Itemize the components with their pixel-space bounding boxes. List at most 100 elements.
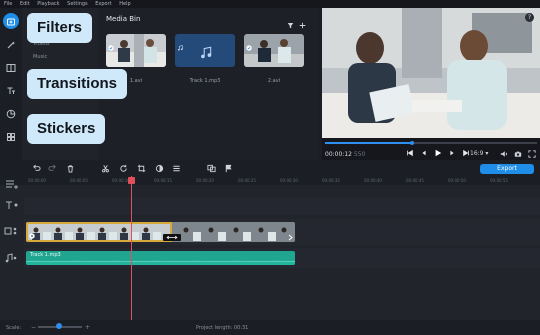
clip-settings-icon[interactable] xyxy=(29,224,35,242)
menu-playback[interactable]: Playback xyxy=(37,0,59,8)
ruler-tick: 00:00:05 xyxy=(70,178,88,183)
rotate-icon[interactable] xyxy=(119,164,128,173)
playhead[interactable] xyxy=(131,176,132,321)
project-length: Project length: 00:31 xyxy=(196,325,248,331)
project-length-label: Project length: xyxy=(196,325,233,331)
preview-panel: ? 00:00:12 550 16:9 ▾ xyxy=(322,8,540,160)
callout-stickers: Stickers xyxy=(27,114,106,144)
preview-progress-knob[interactable] xyxy=(409,141,414,145)
volume-icon[interactable] xyxy=(500,150,508,158)
timecode: 00:00:12 550 xyxy=(325,151,365,158)
media-item-video-2[interactable] xyxy=(244,34,304,67)
checkmark-icon xyxy=(246,36,252,55)
more-tools-button[interactable] xyxy=(3,128,19,144)
left-toolbar xyxy=(0,8,22,158)
menu-edit[interactable]: Edit xyxy=(20,0,30,8)
stickers-button[interactable] xyxy=(3,105,19,121)
audio-waveform xyxy=(26,260,295,265)
color-adjust-icon[interactable] xyxy=(155,164,164,173)
stickers-icon xyxy=(6,104,16,123)
import-button[interactable] xyxy=(3,13,19,29)
chevron-down-icon: ▾ xyxy=(485,150,489,157)
marker-flag-icon[interactable] xyxy=(224,164,233,173)
music-note-large-icon xyxy=(199,44,212,63)
status-bar: Scale: − + Project length: 00:31 xyxy=(0,320,540,335)
crop-icon[interactable] xyxy=(137,164,146,173)
music-note-icon xyxy=(177,36,183,55)
media-item-caption: Track 1.mp3 xyxy=(189,78,221,84)
play-icon[interactable] xyxy=(434,149,442,157)
skip-end-icon[interactable] xyxy=(462,149,470,157)
callout-transitions: Transitions xyxy=(27,69,128,99)
audio-clip-label: Track 1.mp3 xyxy=(30,252,61,258)
side-item-music[interactable]: Music xyxy=(33,54,47,60)
delete-icon[interactable] xyxy=(66,164,75,173)
ruler-tick: 00:00:45 xyxy=(406,178,424,183)
ruler-tick: 00:00:20 xyxy=(196,178,214,183)
aspect-ratio-select[interactable]: 16:9 ▾ xyxy=(470,150,488,157)
ruler-tick: 00:00:25 xyxy=(238,178,256,183)
video-thumbnail xyxy=(244,34,304,67)
aspect-ratio-value: 16:9 xyxy=(470,150,484,157)
title-track-icon xyxy=(3,200,19,210)
playhead-handle[interactable] xyxy=(128,177,135,184)
camera-icon[interactable] xyxy=(514,150,522,158)
preview-frame xyxy=(322,8,540,138)
transitions-icon xyxy=(6,58,16,77)
project-length-value: 00:31 xyxy=(233,325,249,331)
playback-controls xyxy=(406,148,470,158)
zoom-in-icon[interactable]: + xyxy=(85,324,90,331)
add-track-icon[interactable] xyxy=(3,179,19,189)
ruler-tick: 00:00:00 xyxy=(28,178,46,183)
menu-export[interactable]: Export xyxy=(95,0,111,8)
filters-button[interactable] xyxy=(3,36,19,52)
zoom-out-icon[interactable]: − xyxy=(31,324,36,331)
redo-icon[interactable] xyxy=(48,164,57,173)
scale-slider-knob[interactable] xyxy=(56,323,62,329)
ruler-tick: 00:00:40 xyxy=(364,178,382,183)
video-thumbnail xyxy=(106,34,166,67)
step-forward-icon[interactable] xyxy=(448,149,456,157)
timecode-ms: 550 xyxy=(353,151,366,158)
ruler-tick: 00:00:15 xyxy=(154,178,172,183)
title-track[interactable] xyxy=(24,197,540,215)
export-button[interactable]: Export xyxy=(480,164,534,174)
step-back-icon[interactable] xyxy=(420,149,428,157)
menu-settings[interactable]: Settings xyxy=(67,0,88,8)
video-clip[interactable] xyxy=(26,222,295,242)
menu-help[interactable]: Help xyxy=(119,0,130,8)
preview-progress-fill xyxy=(325,142,412,144)
fullscreen-icon[interactable] xyxy=(528,150,536,158)
preview-progress-bar[interactable] xyxy=(325,142,537,144)
magic-wand-icon xyxy=(6,35,16,54)
skip-start-icon[interactable] xyxy=(406,149,414,157)
titles-button[interactable] xyxy=(3,82,19,98)
transitions-button[interactable] xyxy=(3,59,19,75)
preview-video[interactable]: ? xyxy=(322,8,540,138)
import-icon xyxy=(6,12,16,31)
clip-properties-icon[interactable] xyxy=(172,164,181,173)
overlay-icon[interactable] xyxy=(207,164,216,173)
undo-icon[interactable] xyxy=(32,164,41,173)
audio-clip[interactable]: Track 1.mp3 xyxy=(26,251,295,265)
filter-icon[interactable] xyxy=(287,14,294,33)
ruler-tick: 00:00:35 xyxy=(322,178,340,183)
media-item-audio[interactable] xyxy=(175,34,235,67)
help-button[interactable]: ? xyxy=(525,13,534,22)
checkmark-icon xyxy=(296,59,302,67)
scale-label: Scale: xyxy=(6,325,22,331)
titles-icon xyxy=(6,81,16,100)
timecode-main: 00:00:12 xyxy=(325,151,352,158)
ruler-tick: 00:00:55 xyxy=(490,178,508,183)
checkmark-icon xyxy=(227,59,233,67)
timeline-ruler[interactable]: 00:00:00 00:00:05 00:00:10 00:00:15 00:0… xyxy=(24,177,540,185)
scissors-icon[interactable] xyxy=(101,164,110,173)
media-item-video-1[interactable] xyxy=(106,34,166,67)
callout-filters: Filters xyxy=(27,13,93,43)
add-icon[interactable] xyxy=(299,14,306,33)
ruler-tick: 00:00:30 xyxy=(280,178,298,183)
grid-icon xyxy=(6,127,16,146)
media-bin: Media Bin 1.avi Track 1.mp3 2.avi xyxy=(98,8,318,160)
media-item-caption: 2.avi xyxy=(267,78,281,84)
menu-file[interactable]: File xyxy=(4,0,12,8)
